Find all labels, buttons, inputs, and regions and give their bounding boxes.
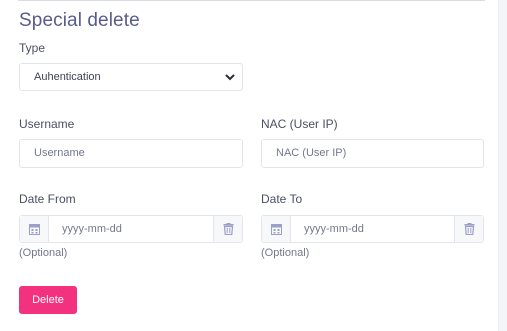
trash-icon [223,223,234,235]
date-from-label: Date From [19,192,76,206]
date-to-label: Date To [261,192,303,206]
type-select-value: Auhentication [34,71,101,83]
date-to-hint: (Optional) [261,247,310,259]
delete-button[interactable]: Delete [19,286,77,314]
date-to-input[interactable]: yyyy-mm-dd [304,216,364,242]
username-label: Username [19,117,75,131]
calendar-icon [29,224,40,235]
date-from-calendar-button[interactable] [20,216,49,242]
special-delete-card: Special delete Type Auhentication Userna… [0,0,499,331]
nac-input[interactable]: NAC (User IP) [261,139,484,168]
type-label: Type [19,41,46,55]
username-input[interactable]: Username [19,139,243,168]
divider [18,0,485,1]
nac-label: NAC (User IP) [261,117,338,131]
date-from-input[interactable]: yyyy-mm-dd [62,216,122,242]
chevron-down-icon [225,74,235,81]
page-title: Special delete [19,10,140,31]
calendar-icon [271,224,282,235]
date-from-clear-button[interactable] [213,216,242,242]
date-to-group: yyyy-mm-dd [261,215,484,243]
trash-icon [464,223,475,235]
date-from-group: yyyy-mm-dd [19,215,243,243]
date-to-calendar-button[interactable] [262,216,291,242]
date-from-hint: (Optional) [19,247,68,259]
type-select[interactable]: Auhentication [19,63,243,91]
date-to-clear-button[interactable] [454,216,483,242]
